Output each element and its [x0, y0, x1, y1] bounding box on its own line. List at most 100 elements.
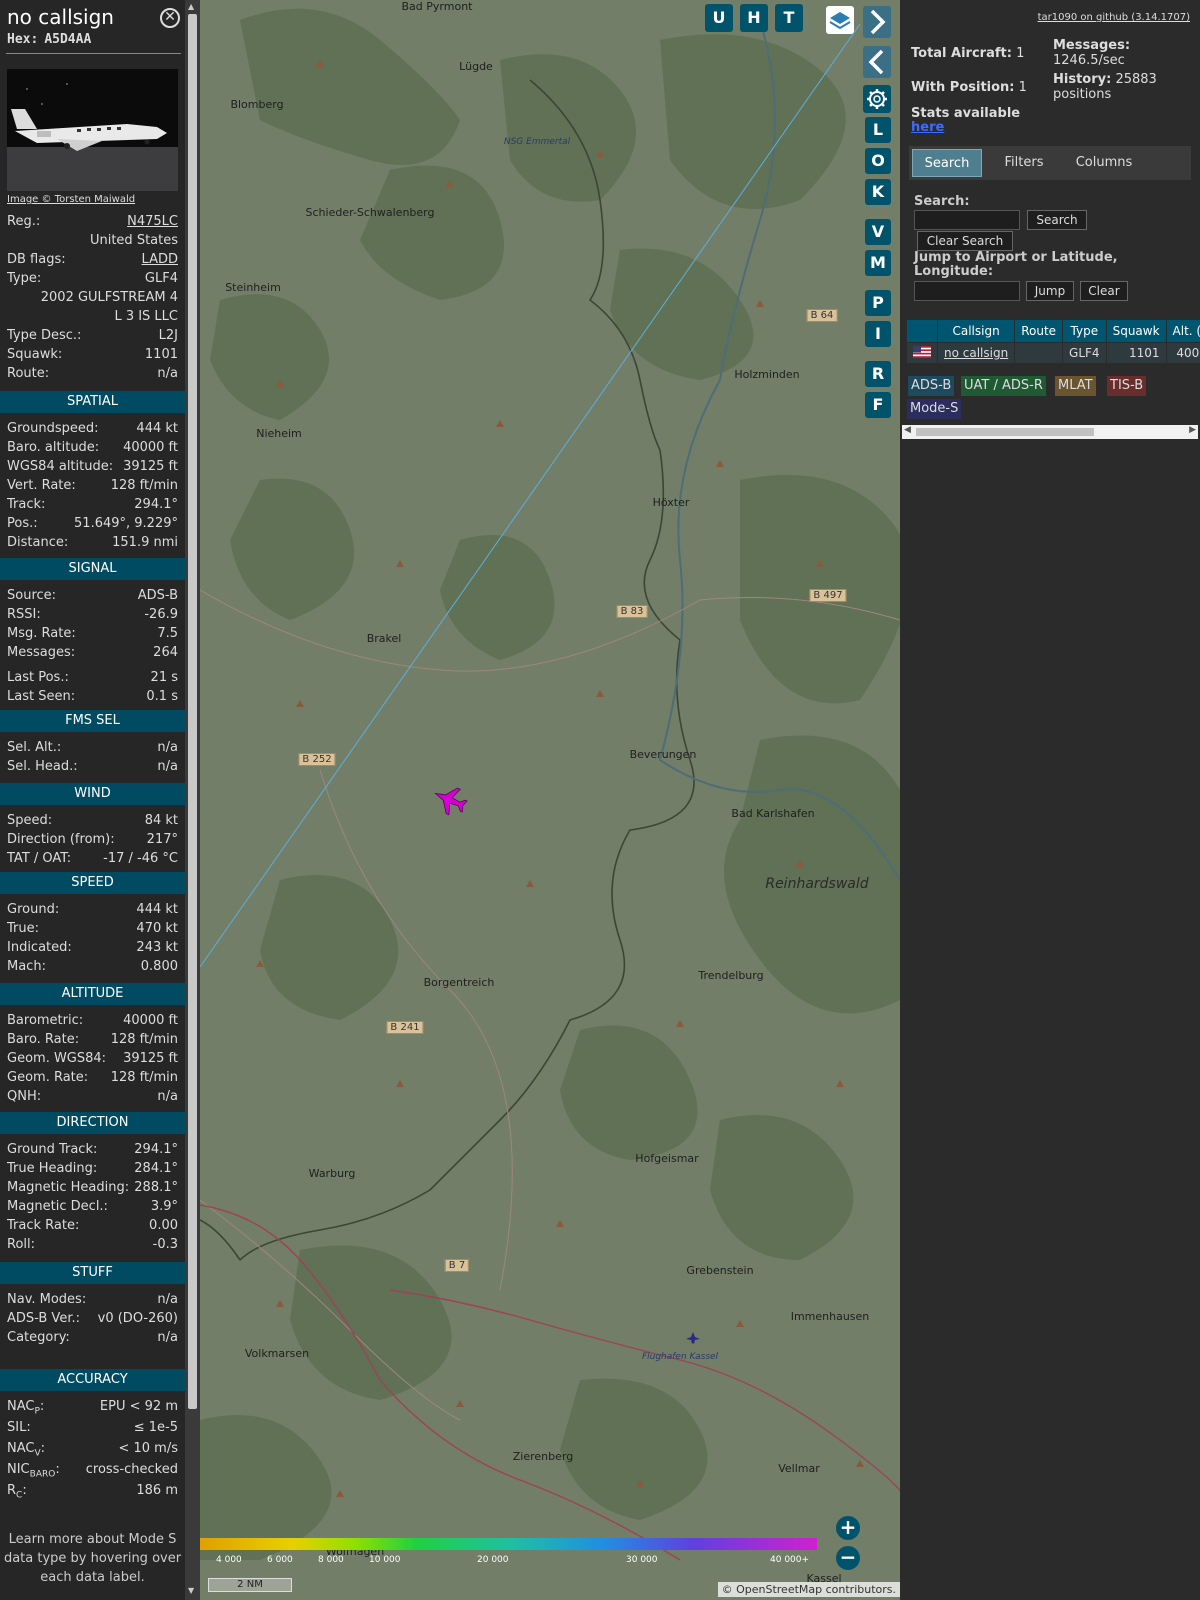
- chevron-right-icon[interactable]: [863, 6, 891, 38]
- toolbar-button-k[interactable]: K: [865, 179, 891, 205]
- place-label: Schieder-Schwalenberg: [305, 206, 435, 219]
- info-label: TAT / OAT:: [7, 851, 72, 866]
- place-label: Flughafen Kassel: [641, 1352, 719, 1362]
- photo-credit[interactable]: Image © Torsten Maiwald: [7, 194, 135, 205]
- info-label: Geom. WGS84:: [7, 1051, 107, 1066]
- info-value: United States: [89, 233, 178, 248]
- scroll-up-icon[interactable]: ▲: [188, 2, 194, 11]
- info-row: QNH: n/a: [7, 1087, 178, 1106]
- section-header-direction: DIRECTION: [0, 1112, 185, 1134]
- info-row: True Heading: 284.1°: [7, 1159, 178, 1178]
- tab-search[interactable]: Search: [912, 149, 982, 177]
- gear-icon[interactable]: [863, 85, 891, 113]
- info-value[interactable]: N475LC: [127, 212, 178, 231]
- info-label: Baro. altitude:: [7, 440, 100, 455]
- info-value: 128 ft/min: [110, 1032, 178, 1047]
- map-attribution[interactable]: © OpenStreetMap contributors.: [717, 1582, 900, 1597]
- info-value: 243 kt: [136, 940, 178, 955]
- toolbar-button-v[interactable]: V: [865, 219, 891, 245]
- github-link[interactable]: tar1090 on github (3.14.1707): [1038, 12, 1190, 23]
- toolbar-button-o[interactable]: O: [865, 148, 891, 174]
- chevron-left-icon[interactable]: [863, 46, 891, 78]
- zoom-in-icon[interactable]: +: [836, 1516, 860, 1540]
- toolbar-button-i[interactable]: I: [865, 321, 891, 347]
- place-label: Blomberg: [230, 98, 284, 111]
- map-view[interactable]: Bad Pyrmont Lügde Blomberg NSG Emmertal Schi…: [200, 0, 900, 1600]
- toolbar-button-p[interactable]: P: [865, 290, 891, 316]
- clear-jump-button[interactable]: Clear: [1080, 281, 1128, 301]
- clear-search-button[interactable]: Clear Search: [917, 231, 1013, 251]
- jump-input[interactable]: [914, 281, 1020, 301]
- search-button[interactable]: Search: [1027, 210, 1087, 230]
- toolbar-button-h[interactable]: H: [740, 4, 768, 32]
- scroll-thumb[interactable]: [188, 14, 197, 1409]
- jump-button[interactable]: Jump: [1026, 281, 1074, 301]
- search-input[interactable]: [914, 210, 1020, 230]
- column-header[interactable]: Alt. (ft): [1165, 319, 1200, 343]
- tab-columns[interactable]: Columns: [1064, 149, 1144, 177]
- with-position: With Position: 1: [911, 80, 1027, 95]
- stats-label: Stats available: [911, 106, 1021, 121]
- column-header[interactable]: Type: [1062, 319, 1107, 343]
- colorbar-tick: 30 000: [626, 1555, 658, 1565]
- info-label: Source:: [7, 588, 57, 603]
- info-row: Track Rate: 0.00: [7, 1216, 178, 1235]
- table-hscrollbar[interactable]: ◀ ▶: [902, 425, 1198, 439]
- column-header[interactable]: Callsign: [936, 319, 1016, 343]
- info-label: Msg. Rate:: [7, 626, 76, 641]
- toolbar-button-m[interactable]: M: [865, 250, 891, 276]
- tab-filters[interactable]: Filters: [989, 149, 1059, 177]
- info-value: 40000 ft: [123, 440, 178, 455]
- zoom-out-icon[interactable]: −: [836, 1546, 860, 1570]
- info-label: Magnetic Decl.:: [7, 1199, 108, 1214]
- stats-link[interactable]: here: [911, 120, 944, 135]
- info-value: 288.1°: [134, 1180, 178, 1195]
- road-label: B 497: [809, 589, 847, 602]
- info-value: n/a: [157, 759, 178, 774]
- scroll-left-icon[interactable]: ◀: [904, 425, 911, 435]
- cell-callsign[interactable]: no callsign: [936, 342, 1016, 363]
- scroll-right-icon[interactable]: ▶: [1189, 425, 1196, 435]
- info-row: Baro. altitude: 40000 ft: [7, 438, 178, 457]
- info-value[interactable]: LADD: [142, 250, 178, 269]
- road-label: B 252: [298, 753, 336, 766]
- toolbar-button-t[interactable]: T: [775, 4, 803, 32]
- aircraft-photo[interactable]: [7, 69, 178, 191]
- layers-icon[interactable]: [826, 6, 854, 34]
- close-icon[interactable]: ✕: [160, 8, 180, 28]
- info-row: Indicated: 243 kt: [7, 938, 178, 957]
- info-value: -26.9: [144, 607, 178, 622]
- info-label: Messages:: [7, 645, 76, 660]
- toolbar-button-u[interactable]: U: [705, 4, 733, 32]
- info-row: Sel. Head.: n/a: [7, 757, 178, 776]
- flag-icon: [906, 342, 938, 363]
- info-value: 51.649°, 9.229°: [74, 516, 178, 531]
- info-label: True:: [7, 921, 39, 936]
- table-row[interactable]: no callsign GLF4 1101 40000: [906, 342, 1200, 363]
- info-row: Track: 294.1°: [7, 495, 178, 514]
- info-row: Messages: 264: [7, 643, 178, 662]
- scroll-down-icon[interactable]: ▼: [188, 1586, 194, 1595]
- info-value: 0.1 s: [146, 689, 178, 704]
- info-row: Magnetic Heading: 288.1°: [7, 1178, 178, 1197]
- column-header[interactable]: Route: [1014, 319, 1064, 343]
- info-label: Type:: [7, 271, 42, 286]
- section-header-wind: WIND: [0, 783, 185, 805]
- toolbar-button-r[interactable]: R: [865, 361, 891, 387]
- column-header[interactable]: Squawk: [1105, 319, 1167, 343]
- place-label: Lügde: [459, 60, 493, 73]
- toolbar-button-f[interactable]: F: [865, 392, 891, 418]
- info-row: DB flags: LADD: [7, 250, 178, 269]
- info-row: Reg.: N475LC: [7, 212, 178, 231]
- left-panel-scrollbar[interactable]: ▲ ▼: [185, 0, 200, 1600]
- column-header[interactable]: [906, 319, 938, 343]
- info-value: -17 / -46 °C: [103, 851, 178, 866]
- info-row: L 3 IS LLC: [7, 307, 178, 326]
- hscroll-thumb[interactable]: [916, 428, 1094, 436]
- info-value: v0 (DO-260): [97, 1311, 178, 1326]
- info-label: QNH:: [7, 1089, 42, 1104]
- toolbar-button-l[interactable]: L: [865, 117, 891, 143]
- source-chip: TIS-B: [1107, 376, 1147, 396]
- info-value: EPU < 92 m: [99, 1399, 178, 1414]
- info-value: n/a: [157, 740, 178, 755]
